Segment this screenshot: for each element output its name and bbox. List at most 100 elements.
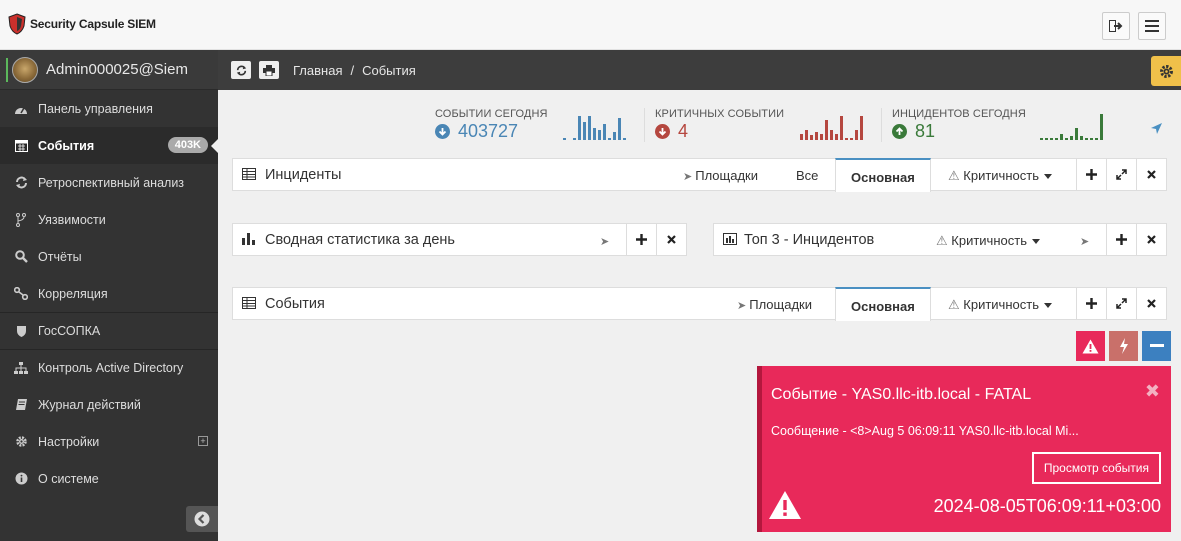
stat-label: КРИТИЧНЫХ СОБЫТИИ [655, 108, 785, 120]
criticality-label: Критичность [951, 233, 1027, 248]
expand-button[interactable] [1106, 159, 1136, 190]
sidebar-item-vulnerabilities[interactable]: Уязвимости [0, 201, 218, 238]
stat-divider [644, 108, 645, 142]
sidebar-item-about[interactable]: О системе [0, 460, 218, 497]
event-notification: Событие - YAS0.llc-itb.local - FATAL ✖ С… [757, 366, 1171, 532]
close-icon [1147, 170, 1156, 179]
sidebar-item-correlation[interactable]: Корреляция [0, 275, 218, 312]
alerts-button[interactable] [1076, 331, 1105, 361]
close-button[interactable] [656, 224, 686, 255]
shield-icon [12, 325, 30, 338]
hamburger-icon [1145, 20, 1159, 32]
location-arrow-icon[interactable]: ➤ [600, 233, 612, 248]
sidebar-item-label: Контроль Active Directory [38, 361, 184, 375]
criticality-label: Критичность [963, 168, 1039, 183]
view-event-button[interactable]: Просмотр события [1031, 452, 1161, 484]
close-button[interactable] [1136, 159, 1166, 190]
add-button[interactable] [1106, 224, 1136, 255]
user-block[interactable]: Admin000025@Siem [0, 50, 218, 90]
sidebar-item-label: ГосСОПКА [38, 324, 101, 338]
caret-down-icon [1031, 239, 1040, 245]
refresh-button[interactable] [231, 61, 251, 79]
close-button[interactable] [1136, 288, 1166, 319]
collapse-sidebar-button[interactable] [186, 506, 218, 532]
sidebar-item-label: О системе [38, 471, 99, 486]
app-logo[interactable]: Security Capsule SIEM [8, 12, 156, 36]
sidebar-item-label: Журнал действий [38, 397, 141, 412]
sidebar-item-action-log[interactable]: Журнал действий [0, 386, 218, 423]
gear-icon [12, 435, 30, 448]
sites-filter-link[interactable]: ➤ Площадки [683, 168, 758, 183]
tab-all[interactable]: Все [796, 168, 818, 183]
sidebar-item-label: Панель управления [38, 101, 153, 116]
refresh-icon [236, 64, 246, 76]
refresh-icon [12, 176, 30, 189]
caret-down-icon [1043, 303, 1052, 309]
sidebar-item-label: Отчёты [38, 249, 82, 264]
tab-main[interactable]: Основная [835, 158, 931, 192]
add-button[interactable] [626, 224, 656, 255]
minimize-button[interactable] [1142, 331, 1171, 361]
shield-logo-icon [8, 13, 26, 35]
criticality-dropdown[interactable]: ⚠ Критичность [948, 297, 1052, 313]
add-button[interactable] [1076, 288, 1106, 319]
logout-button[interactable] [1102, 12, 1130, 40]
events-panel: События ➤ Площадки Основная ⚠ Критичность [232, 287, 1167, 321]
sidebar-item-reports[interactable]: Отчёты [0, 238, 218, 275]
print-button[interactable] [259, 61, 279, 79]
plus-icon [1086, 169, 1097, 180]
sidebar-item-ad-control[interactable]: Контроль Active Directory [0, 349, 218, 386]
page-settings-button[interactable] [1151, 56, 1181, 86]
events-flash-button[interactable] [1109, 331, 1138, 361]
breadcrumb-separator: / [350, 63, 355, 78]
criticality-dropdown[interactable]: ⚠ Критичность [936, 233, 1040, 249]
plus-icon [1086, 298, 1097, 309]
arrow-down-circle-icon [655, 124, 670, 139]
close-button[interactable] [1136, 224, 1166, 255]
sidebar-item-retro-analysis[interactable]: Ретроспективный анализ [0, 164, 218, 201]
dashboard-icon [12, 103, 30, 115]
avatar [12, 56, 38, 83]
daily-stats-panel: Сводная статистика за день ➤ [232, 223, 687, 256]
info-icon [12, 472, 30, 485]
sign-out-icon [1109, 20, 1123, 32]
search-icon [12, 250, 30, 263]
sitemap-icon [12, 362, 30, 374]
stat-incidents-today: ИНЦИДЕНТОВ СЕГОДНЯ 81 [892, 108, 1026, 142]
stat-critical-events: КРИТИЧНЫХ СОБЫТИИ 4 [655, 108, 784, 142]
criticality-dropdown[interactable]: ⚠ Критичность [948, 168, 1052, 184]
sidebar-item-gossopka[interactable]: ГосСОПКА [0, 312, 218, 349]
stat-value: 403727 [458, 121, 519, 141]
table-icon [242, 168, 256, 180]
stat-value: 81 [915, 121, 936, 141]
warning-icon: ⚠ [936, 233, 948, 248]
sidebar-item-settings[interactable]: Настройки + [0, 423, 218, 460]
add-button[interactable] [1076, 159, 1106, 190]
plus-icon [1116, 234, 1127, 245]
menu-button[interactable] [1138, 12, 1166, 40]
notification-message: Сообщение - <8>Aug 5 06:09:11 YAS0.llc-i… [771, 424, 1079, 438]
close-icon[interactable]: ✖ [1145, 381, 1160, 402]
sidebar-item-label: Уязвимости [38, 212, 106, 227]
plus-icon [636, 234, 647, 245]
events-count-badge: 403K [167, 137, 208, 153]
stat-divider [881, 108, 882, 142]
breadcrumb-home-link[interactable]: Главная [293, 63, 342, 78]
sidebar: Admin000025@Siem Панель управления Событ… [0, 50, 219, 541]
book-icon [12, 398, 30, 411]
sites-filter-link[interactable]: ➤ Площадки [737, 297, 812, 312]
location-arrow-icon[interactable] [1150, 122, 1163, 135]
expand-button[interactable] [1106, 288, 1136, 319]
tab-main[interactable]: Основная [835, 287, 931, 321]
link-icon [12, 287, 30, 300]
sidebar-item-dashboard[interactable]: Панель управления [0, 90, 218, 127]
sidebar-item-events[interactable]: События 403K [0, 127, 219, 164]
arrow-down-circle-icon [435, 124, 450, 139]
user-status-bar [6, 58, 8, 82]
sidebar-item-label: События [38, 138, 95, 153]
sidebar-item-label: Ретроспективный анализ [38, 175, 185, 190]
panel-title: Инциденты [265, 167, 342, 183]
expand-plus-icon[interactable]: + [198, 436, 208, 446]
location-arrow-icon[interactable]: ➤ [1080, 233, 1092, 248]
caret-down-icon [1043, 174, 1052, 180]
